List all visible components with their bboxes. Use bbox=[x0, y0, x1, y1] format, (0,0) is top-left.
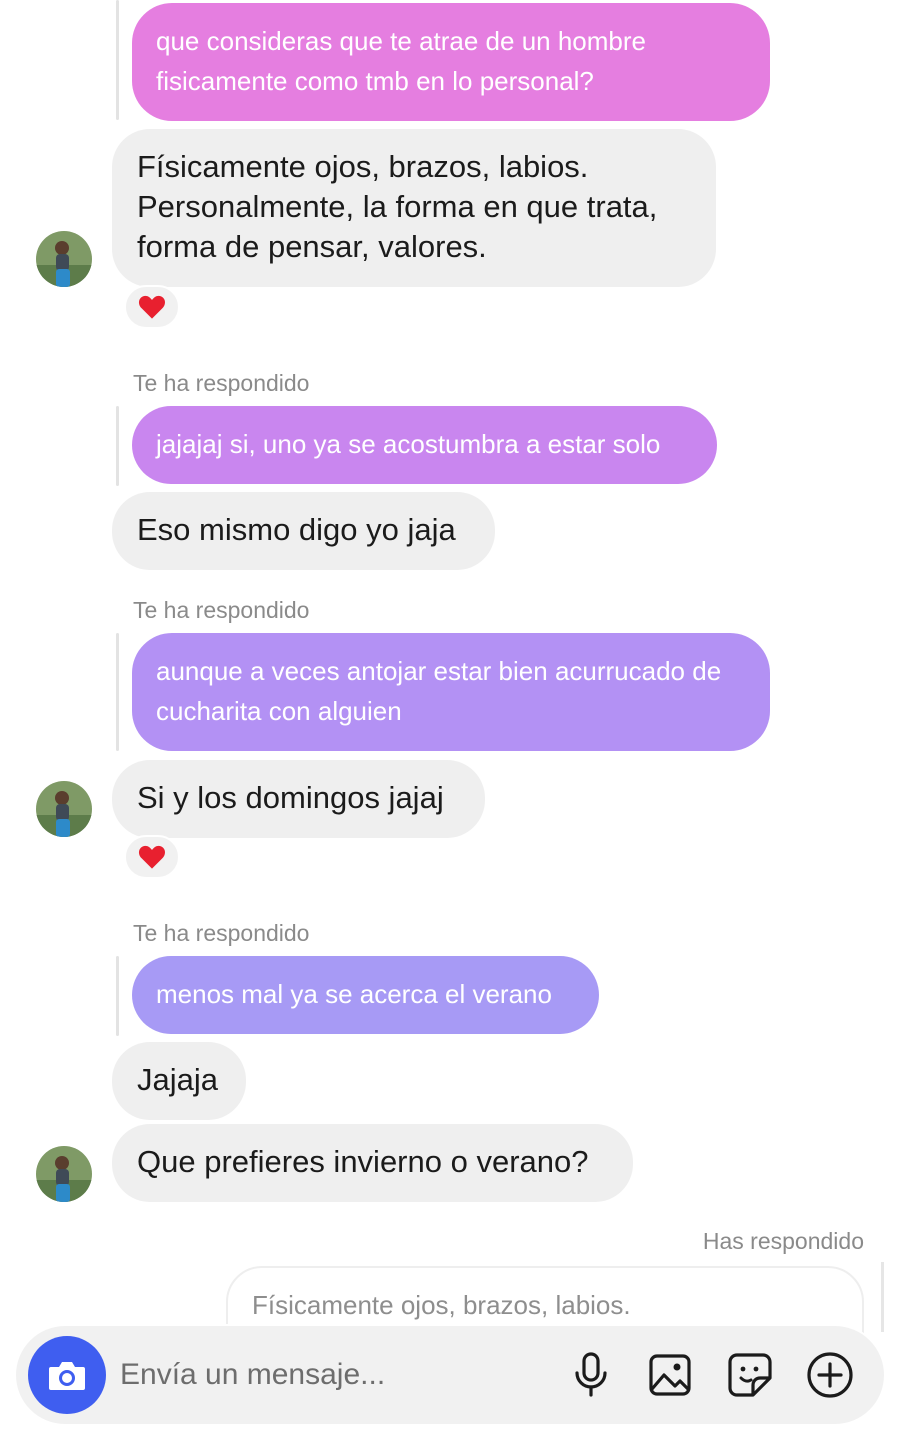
gallery-button[interactable] bbox=[645, 1350, 695, 1400]
replied-label: Te ha respondido bbox=[133, 920, 310, 946]
replied-message-bubble[interactable]: jajajaj si, uno ya se acostumbra a estar… bbox=[132, 406, 717, 484]
heart-icon bbox=[139, 295, 165, 319]
heart-icon bbox=[139, 845, 165, 869]
heart-reaction[interactable] bbox=[124, 285, 180, 329]
sticker-button[interactable] bbox=[725, 1350, 775, 1400]
chat-thread: que consideras que te atrae de un hombre… bbox=[0, 0, 900, 1440]
microphone-icon bbox=[575, 1352, 607, 1397]
camera-icon bbox=[49, 1362, 85, 1390]
voice-message-button[interactable] bbox=[566, 1350, 616, 1400]
incoming-message-bubble[interactable]: Físicamente ojos, brazos, labios. Person… bbox=[112, 129, 716, 287]
reply-connector bbox=[116, 406, 119, 486]
reply-connector bbox=[881, 1262, 884, 1332]
image-icon bbox=[649, 1354, 691, 1396]
avatar-photo bbox=[36, 1146, 92, 1202]
you-replied-label: Has respondido bbox=[702, 1228, 864, 1254]
avatar-photo bbox=[36, 781, 92, 837]
sticker-icon bbox=[728, 1353, 772, 1397]
reply-connector bbox=[116, 633, 119, 751]
avatar-photo bbox=[36, 231, 92, 287]
message-composer bbox=[16, 1326, 884, 1424]
replied-message-bubble[interactable]: que consideras que te atrae de un hombre… bbox=[132, 3, 770, 121]
contact-avatar[interactable] bbox=[36, 231, 92, 287]
incoming-message-bubble[interactable]: Que prefieres invierno o verano? bbox=[112, 1124, 633, 1202]
message-input[interactable] bbox=[120, 1354, 550, 1396]
reply-connector bbox=[116, 956, 119, 1036]
incoming-message-bubble[interactable]: Jajaja bbox=[112, 1042, 246, 1120]
incoming-message-bubble[interactable]: Eso mismo digo yo jaja bbox=[112, 492, 495, 570]
incoming-message-bubble[interactable]: Si y los domingos jajaj bbox=[112, 760, 485, 838]
replied-message-bubble[interactable]: aunque a veces antojar estar bien acurru… bbox=[132, 633, 770, 751]
more-options-button[interactable] bbox=[805, 1350, 855, 1400]
replied-label: Te ha respondido bbox=[133, 370, 310, 396]
contact-avatar[interactable] bbox=[36, 781, 92, 837]
heart-reaction[interactable] bbox=[124, 835, 180, 879]
plus-circle-icon bbox=[807, 1352, 853, 1398]
reply-connector bbox=[116, 0, 119, 120]
replied-message-bubble[interactable]: menos mal ya se acerca el verano bbox=[132, 956, 599, 1034]
contact-avatar[interactable] bbox=[36, 1146, 92, 1202]
camera-button[interactable] bbox=[28, 1336, 106, 1414]
replied-label: Te ha respondido bbox=[133, 597, 310, 623]
